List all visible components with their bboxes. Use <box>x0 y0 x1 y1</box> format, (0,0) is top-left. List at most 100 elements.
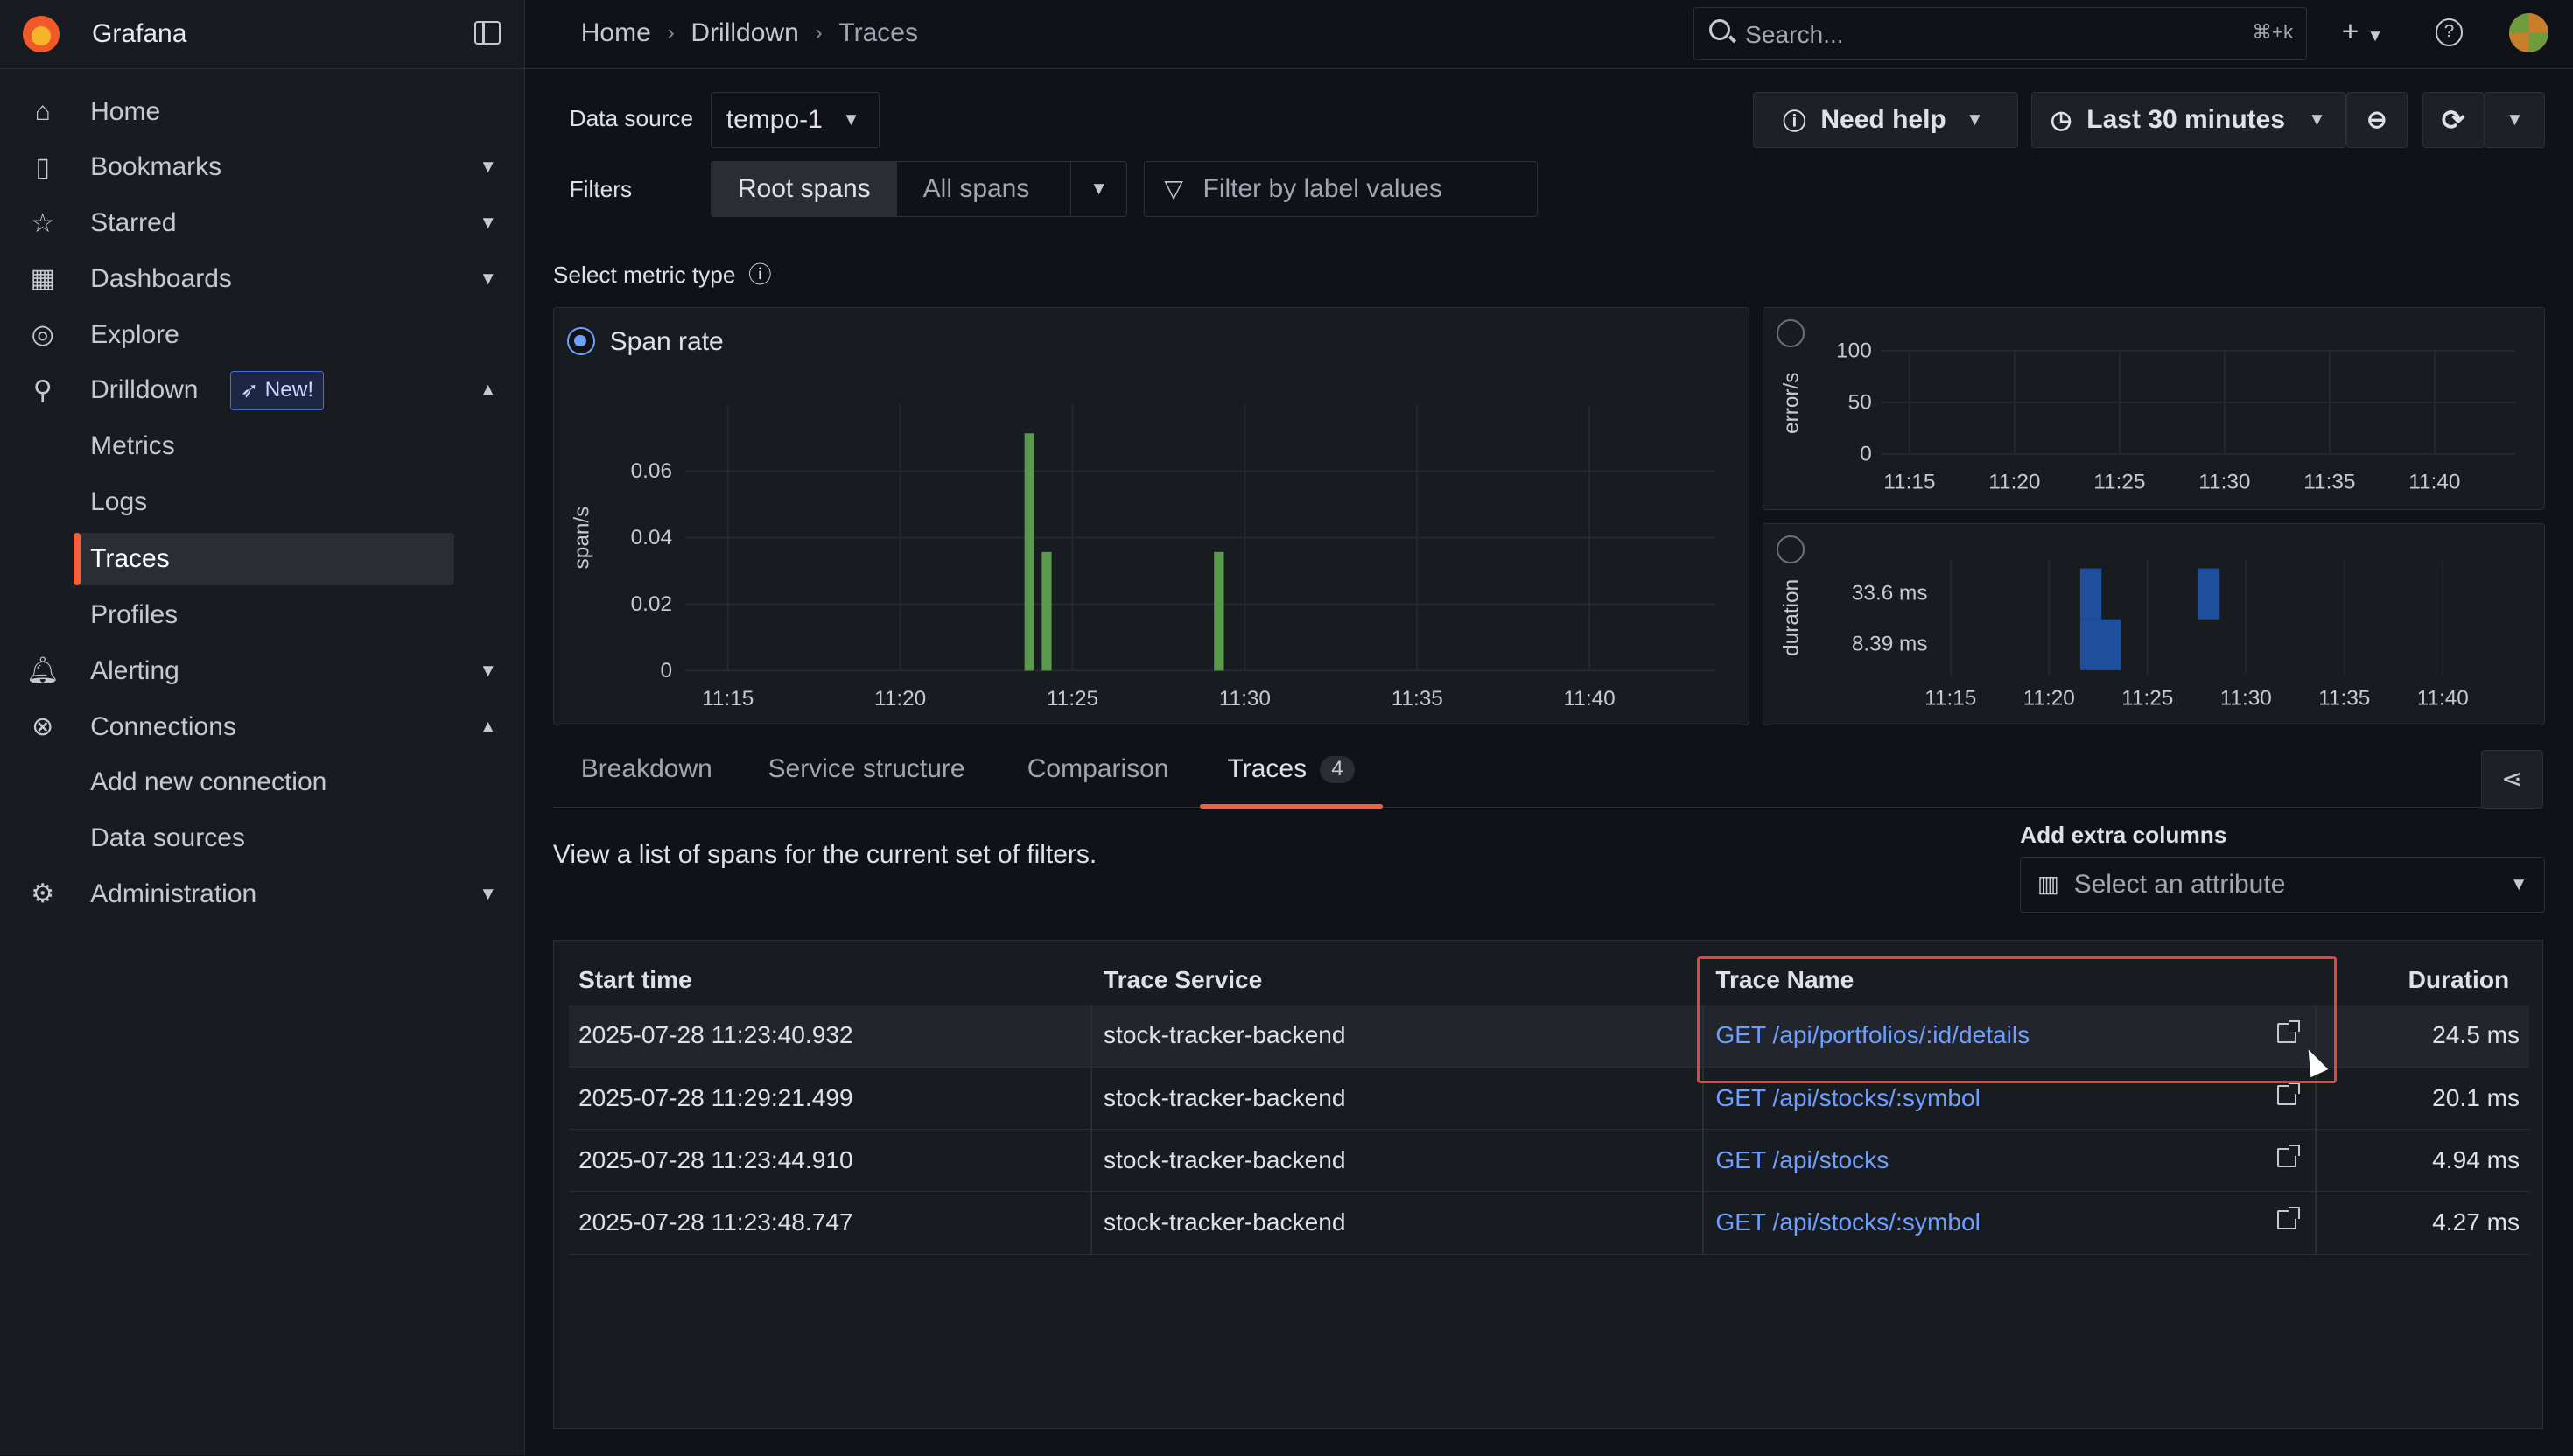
search-input[interactable]: Search... ⌘+k <box>1693 6 2308 61</box>
app-name: Grafana <box>92 18 187 48</box>
sidebar-item-metrics[interactable]: Metrics <box>0 420 525 472</box>
x-tick-label: 11:20 <box>874 686 926 710</box>
column-header-trace-name[interactable]: Trace Name <box>1715 966 1854 994</box>
time-range-picker[interactable]: ◷ Last 30 minutes ▼ <box>2031 92 2347 148</box>
sidebar-item-add-new-connection[interactable]: Add new connection <box>0 756 525 808</box>
column-header-start-time[interactable]: Start time <box>578 966 692 994</box>
help-icon[interactable]: ? <box>2435 18 2464 46</box>
all-spans-option[interactable]: All spans <box>897 162 1056 216</box>
sidebar-item-logs[interactable]: Logs <box>0 476 525 528</box>
column-divider <box>1702 1004 1705 1068</box>
trace-name-link[interactable]: GET /api/stocks/:symbol <box>1715 1208 1981 1236</box>
span-type-toggle: Root spans All spans ▼ <box>710 160 1128 217</box>
heatmap-cell <box>2079 568 2101 620</box>
sidebar-item-traces[interactable]: Traces <box>74 533 455 586</box>
column-divider <box>1702 1192 1705 1255</box>
tab-bar: Breakdown Service structure Comparison T… <box>552 732 2544 809</box>
chevron-up-icon[interactable]: ▲ <box>480 380 497 401</box>
table-row[interactable]: 2025-07-28 11:23:44.910 stock-tracker-ba… <box>568 1130 2530 1193</box>
dashboards-icon: ▦ <box>30 264 55 294</box>
x-tick-label: 11:25 <box>1047 686 1098 710</box>
external-link-icon[interactable] <box>2276 1082 2300 1105</box>
sidebar-item-label: Dashboards <box>90 263 232 293</box>
column-header-trace-service[interactable]: Trace Service <box>1104 966 1262 994</box>
sidebar-item-label: Administration <box>90 878 257 908</box>
datasource-select[interactable]: tempo-1 ▼ <box>710 92 880 148</box>
external-link-icon[interactable] <box>2276 1144 2300 1168</box>
external-link-icon[interactable] <box>2276 1019 2300 1043</box>
x-tick-label: 11:15 <box>702 686 754 710</box>
add-menu-button[interactable]: + ▼ <box>2342 15 2384 49</box>
avatar[interactable] <box>2508 13 2548 52</box>
breadcrumb-home[interactable]: Home <box>581 18 651 48</box>
tab-label: Breakdown <box>580 754 712 784</box>
chevron-down-icon[interactable]: ▼ <box>480 269 497 290</box>
chevron-down-icon: ▼ <box>2509 873 2528 894</box>
tab-comparison[interactable]: Comparison <box>999 732 1196 807</box>
table-row[interactable]: 2025-07-28 11:23:48.747 stock-tracker-ba… <box>568 1192 2530 1255</box>
chevron-down-icon[interactable]: ▼ <box>480 213 497 234</box>
sidebar-item-dashboards[interactable]: ▦ Dashboards ▼ <box>0 253 525 305</box>
tab-service-structure[interactable]: Service structure <box>740 732 993 807</box>
trace-name-link[interactable]: GET /api/portfolios/:id/details <box>1715 1021 2030 1049</box>
share-button[interactable]: ⋖ <box>2481 749 2544 809</box>
need-help-button[interactable]: ⓘ Need help ▼ <box>1752 92 2019 148</box>
sidebar-item-data-sources[interactable]: Data sources <box>0 812 525 864</box>
need-help-label: Need help <box>1820 104 1946 134</box>
share-icon: ⋖ <box>2501 765 2524 794</box>
x-tick-label: 11:15 <box>1883 470 1935 494</box>
sidebar-item-connections[interactable]: ⊗ Connections ▲ <box>0 701 525 753</box>
traces-table: Start time Trace Service Trace Name Dura… <box>552 940 2544 1430</box>
tab-traces[interactable]: Traces 4 <box>1199 732 1383 809</box>
sidebar-item-bookmarks[interactable]: ▯ Bookmarks ▼ <box>0 141 525 193</box>
sidebar-item-alerting[interactable]: 🔔︎ Alerting ▼ <box>0 645 525 697</box>
sidebar-item-administration[interactable]: ⚙ Administration ▼ <box>0 868 525 920</box>
chevron-down-icon[interactable]: ▼ <box>1070 161 1126 216</box>
extra-columns-select[interactable]: ▥ Select an attribute ▼ <box>2020 856 2546 913</box>
refresh-button[interactable]: ⟳ <box>2422 92 2485 148</box>
column-header-duration[interactable]: Duration <box>2408 966 2510 994</box>
x-tick-label: 11:20 <box>2023 686 2074 710</box>
chevron-down-icon: ▼ <box>2506 108 2524 130</box>
zoom-out-icon: ⊖ <box>2366 106 2387 134</box>
tab-label: Traces <box>1227 754 1308 784</box>
chevron-down-icon: ▼ <box>2308 108 2326 130</box>
datasource-value: tempo-1 <box>726 104 823 134</box>
chevron-down-icon[interactable]: ▼ <box>480 661 497 682</box>
chevron-down-icon[interactable]: ▼ <box>480 884 497 905</box>
tab-label: Comparison <box>1027 754 1169 784</box>
chevron-down-icon: ▼ <box>842 108 860 130</box>
duration-panel[interactable]: 11:15 11:20 11:25 11:30 11:35 11:40 8.39 ms 33.… <box>1762 523 2546 725</box>
grafana-logo-icon[interactable] <box>23 16 60 52</box>
x-tick-label: 11:35 <box>2318 686 2370 710</box>
sidebar-item-explore[interactable]: ◎ Explore <box>0 309 525 361</box>
trace-name-link[interactable]: GET /api/stocks <box>1715 1146 1889 1174</box>
sidebar-item-drilldown[interactable]: ⚲ Drilldown ➶ New! ▲ <box>0 364 525 416</box>
root-spans-option[interactable]: Root spans <box>711 161 897 216</box>
dock-menu-icon[interactable] <box>473 21 501 45</box>
info-icon: ⓘ <box>748 261 772 288</box>
chevron-up-icon[interactable]: ▲ <box>480 717 497 738</box>
trace-name-link[interactable]: GET /api/stocks/:symbol <box>1715 1084 1981 1112</box>
zoom-out-button[interactable]: ⊖ <box>2346 92 2408 148</box>
tab-breakdown[interactable]: Breakdown <box>553 732 740 807</box>
sidebar: Grafana ⌂ Home ▯ Bookmarks ▼ ☆ Starred ▼… <box>0 0 525 1456</box>
table-row[interactable]: 2025-07-28 11:23:40.932 stock-tracker-ba… <box>568 1004 2530 1068</box>
chevron-down-icon[interactable]: ▼ <box>480 157 497 178</box>
span-rate-panel[interactable]: Span rate 11:15 11:20 11:25 11:30 11:35 11:40… <box>552 306 1749 725</box>
drilldown-icon: ⚲ <box>32 375 53 405</box>
external-link-icon[interactable] <box>2276 1207 2300 1230</box>
errors-panel[interactable]: 11:15 11:20 11:25 11:30 11:35 11:40 0 50 100 erro… <box>1762 306 2546 511</box>
sidebar-item-starred[interactable]: ☆ Starred ▼ <box>0 197 525 249</box>
sidebar-item-label: Add new connection <box>90 767 327 797</box>
sidebar-item-home[interactable]: ⌂ Home <box>0 86 525 138</box>
breadcrumb-drilldown[interactable]: Drilldown <box>691 18 798 48</box>
duration-cell: 24.5 ms <box>2432 1021 2520 1049</box>
time-range-label: Last 30 minutes <box>2086 104 2286 134</box>
table-row[interactable]: 2025-07-28 11:29:21.499 stock-tracker-ba… <box>568 1067 2530 1130</box>
sidebar-item-label: Data sources <box>90 823 245 853</box>
label-filter-input[interactable]: ▽ Filter by label values <box>1143 160 1538 217</box>
errors-chart: 11:15 11:20 11:25 11:30 11:35 11:40 0 50 100 erro… <box>1779 339 2515 494</box>
sidebar-item-profiles[interactable]: Profiles <box>0 589 525 641</box>
refresh-interval-button[interactable]: ▼ <box>2484 92 2546 148</box>
